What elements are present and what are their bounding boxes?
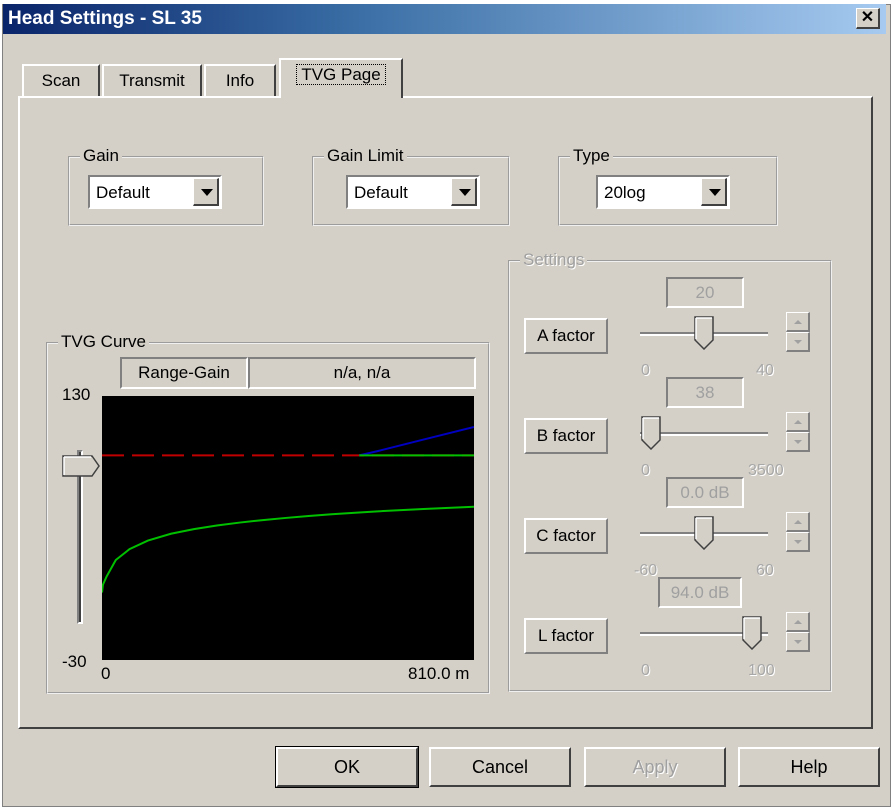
spin-down-icon[interactable] xyxy=(786,432,810,452)
a-factor-value: 20 xyxy=(666,277,744,308)
l-factor-spinner[interactable] xyxy=(786,612,810,654)
gain-limit-value: Default xyxy=(354,183,408,202)
c-factor-value: 0.0 dB xyxy=(666,477,744,508)
tab-transmit[interactable]: Transmit xyxy=(102,64,202,96)
x-min-label: 0 xyxy=(101,664,111,683)
plot-background xyxy=(102,396,474,660)
gain-select[interactable]: Default xyxy=(88,175,222,209)
b-factor-slider-thumb[interactable] xyxy=(641,416,661,450)
a-factor-label: A factor xyxy=(524,318,608,354)
c-factor-min: -60 xyxy=(634,562,658,579)
gain-label: Gain xyxy=(80,146,122,166)
l-factor-value: 94.0 dB xyxy=(658,577,742,608)
b-factor-label: B factor xyxy=(524,418,608,454)
l-factor-slider-thumb[interactable] xyxy=(741,616,762,650)
tab-tvg-page-label: TVG Page xyxy=(296,64,386,85)
chevron-down-icon[interactable] xyxy=(193,178,219,206)
c-factor-spinner[interactable] xyxy=(786,512,810,554)
gain-limit-select[interactable]: Default xyxy=(346,175,480,209)
b-factor-min: 0 xyxy=(641,462,650,479)
a-factor-spinner[interactable] xyxy=(786,312,810,354)
apply-button[interactable]: Apply xyxy=(584,747,726,787)
tab-info[interactable]: Info xyxy=(204,64,276,96)
range-gain-value: n/a, n/a xyxy=(248,357,476,389)
ok-button[interactable]: OK xyxy=(275,746,419,788)
a-factor-max: 40 xyxy=(756,362,774,379)
l-factor-label: L factor xyxy=(524,618,608,654)
y-max-label: 130 xyxy=(62,385,91,404)
chevron-down-icon[interactable] xyxy=(451,178,477,206)
spin-up-icon[interactable] xyxy=(786,312,810,332)
spin-up-icon[interactable] xyxy=(786,512,810,532)
close-button[interactable]: ✕ xyxy=(856,8,880,29)
b-factor-spinner[interactable] xyxy=(786,412,810,454)
tab-tvg-page[interactable]: TVG Page xyxy=(279,58,403,98)
x-max-label: 810.0 m xyxy=(408,664,470,683)
b-factor-max: 3500 xyxy=(748,462,784,479)
gain-slider-thumb[interactable] xyxy=(62,455,100,477)
b-factor-value: 38 xyxy=(666,377,744,408)
spin-down-icon[interactable] xyxy=(786,332,810,352)
l-factor-max: 100 xyxy=(748,662,775,679)
type-select[interactable]: 20log xyxy=(596,175,730,209)
window-title: Head Settings - SL 35 xyxy=(8,8,202,29)
tvg-curve-label: TVG Curve xyxy=(58,332,150,352)
range-gain-label: Range-Gain xyxy=(120,357,248,389)
tab-scan[interactable]: Scan xyxy=(22,64,100,96)
title-bar[interactable]: Head Settings - SL 35 ✕ xyxy=(3,4,886,34)
cancel-button[interactable]: Cancel xyxy=(429,747,571,787)
l-factor-min: 0 xyxy=(641,662,650,679)
y-min-label: -30 xyxy=(62,652,87,671)
a-factor-min: 0 xyxy=(641,362,650,379)
tvg-curve-plot xyxy=(102,396,474,660)
spin-down-icon[interactable] xyxy=(786,632,810,652)
c-factor-max: 60 xyxy=(756,562,774,579)
chevron-down-icon[interactable] xyxy=(701,178,727,206)
type-value: 20log xyxy=(604,183,646,202)
settings-label: Settings xyxy=(520,250,588,270)
c-factor-slider-thumb[interactable] xyxy=(694,516,714,550)
c-factor-label: C factor xyxy=(524,518,608,554)
a-factor-slider-thumb[interactable] xyxy=(694,316,714,350)
spin-up-icon[interactable] xyxy=(786,612,810,632)
help-button[interactable]: Help xyxy=(738,747,880,787)
type-label: Type xyxy=(570,146,613,166)
gain-value: Default xyxy=(96,183,150,202)
gain-limit-label: Gain Limit xyxy=(324,146,407,166)
spin-down-icon[interactable] xyxy=(786,532,810,552)
spin-up-icon[interactable] xyxy=(786,412,810,432)
